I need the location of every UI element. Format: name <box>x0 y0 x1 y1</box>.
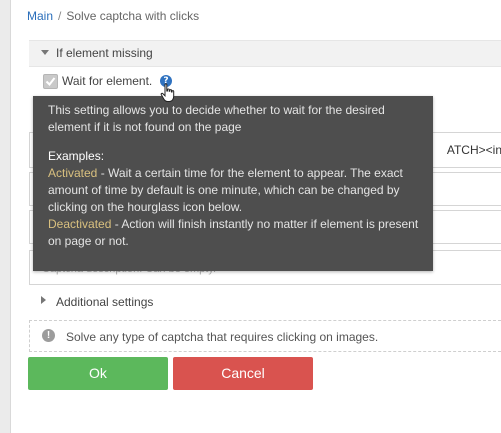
wait-for-element-checkbox[interactable] <box>43 74 58 89</box>
tooltip-activated-key: Activated <box>48 166 98 180</box>
tooltip-example-activated: Activated - Wait a certain time for the … <box>48 165 419 216</box>
wait-for-element-label[interactable]: Wait for element. <box>62 74 152 88</box>
caret-right-icon <box>41 296 46 304</box>
tooltip-description: This setting allows you to decide whethe… <box>48 103 385 134</box>
exclamation-icon: ! <box>42 329 55 342</box>
field-value-tail: ATCH><in <box>446 143 501 157</box>
ok-button[interactable]: Ok <box>28 357 168 390</box>
hand-cursor-icon <box>160 83 175 102</box>
breadcrumb: Main / Solve captcha with clicks <box>27 9 199 23</box>
info-box: ! Solve any type of captcha that require… <box>29 320 501 352</box>
checkmark-icon <box>45 77 56 87</box>
tooltip-examples-heading: Examples: <box>48 149 105 163</box>
left-sidebar-strip <box>0 0 11 433</box>
breadcrumb-separator: / <box>58 9 62 23</box>
section-title: If element missing <box>56 46 153 60</box>
section-title: Additional settings <box>56 295 154 309</box>
tooltip-activated-text: - Wait a certain time for the element to… <box>48 166 403 214</box>
section-additional-settings[interactable]: Additional settings <box>29 289 501 314</box>
cancel-button[interactable]: Cancel <box>173 357 313 390</box>
info-text: Solve any type of captcha that requires … <box>66 330 379 344</box>
breadcrumb-home-link[interactable]: Main <box>27 9 53 23</box>
help-tooltip: This setting allows you to decide whethe… <box>33 96 433 271</box>
tooltip-deactivated-key: Deactivated <box>48 217 112 231</box>
tooltip-example-deactivated: Deactivated - Action will finish instant… <box>48 216 419 250</box>
breadcrumb-current: Solve captcha with clicks <box>66 9 200 23</box>
section-if-element-missing[interactable]: If element missing <box>29 40 501 67</box>
caret-down-icon <box>41 50 49 55</box>
